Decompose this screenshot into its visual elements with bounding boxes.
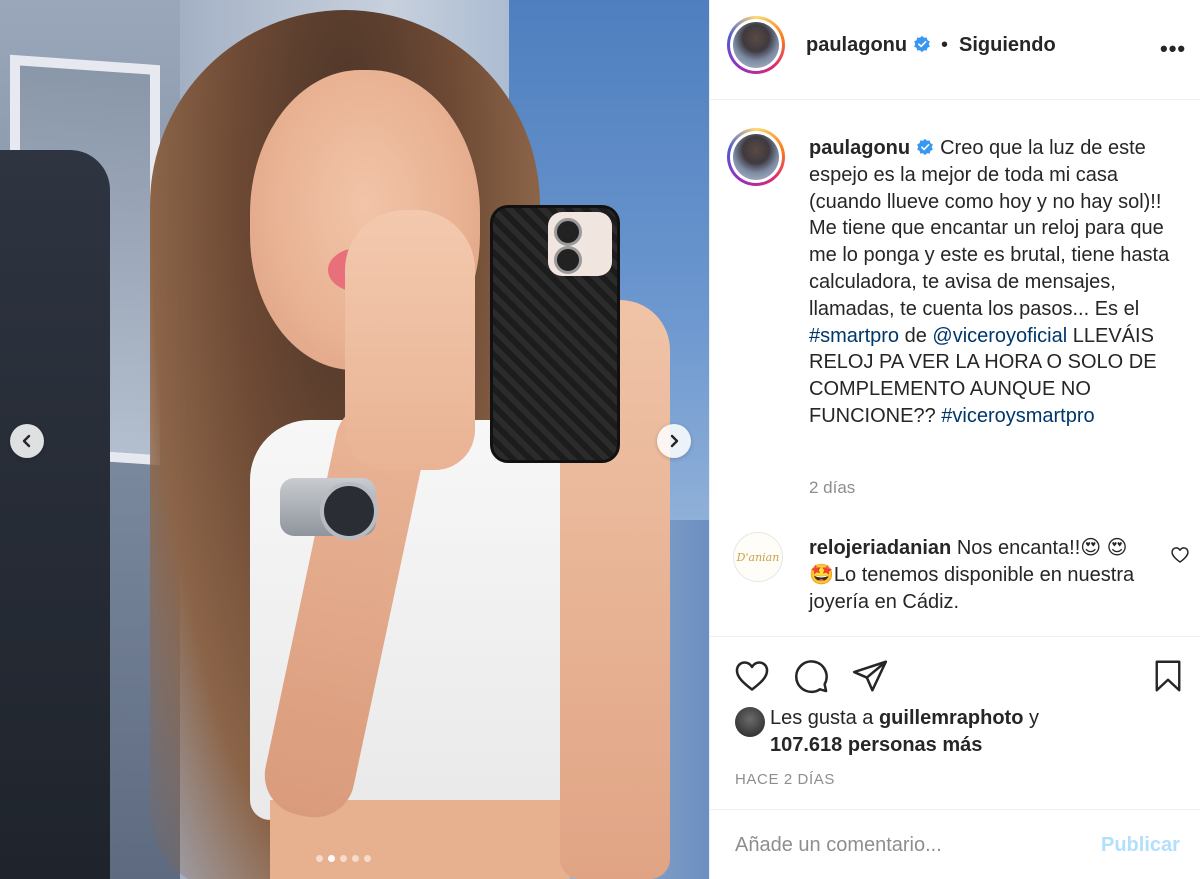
bookmark-icon xyxy=(1155,660,1181,692)
likes-conjunction: y xyxy=(1023,707,1039,729)
caption-author-avatar[interactable] xyxy=(727,128,785,186)
hashtag-link[interactable]: #smartpro xyxy=(809,325,899,347)
likes-others-link[interactable]: 107.618 personas más xyxy=(770,734,982,756)
author-avatar[interactable] xyxy=(727,16,785,74)
liker-avatar[interactable] xyxy=(735,707,765,737)
like-button[interactable] xyxy=(733,657,771,695)
header-separator: • xyxy=(941,34,949,56)
photo-watch xyxy=(280,478,378,540)
caption-username[interactable]: paulagonu xyxy=(809,137,910,159)
caption-text: de xyxy=(899,324,933,347)
mention-link[interactable]: @viceroyoficial xyxy=(932,325,1067,347)
comment-bubble-icon xyxy=(795,660,828,694)
liker-username[interactable]: guillemraphoto xyxy=(879,707,1023,729)
hashtag-link[interactable]: #viceroysmartpro xyxy=(941,405,1094,427)
carousel-next-button[interactable] xyxy=(657,424,691,458)
carousel-dot xyxy=(352,855,359,862)
caption-timestamp[interactable]: 2 días xyxy=(809,478,855,498)
photo-hand xyxy=(345,210,475,470)
likes-summary: Les gusta a guillemraphoto y 107.618 pers… xyxy=(770,705,1170,759)
save-button[interactable] xyxy=(1150,657,1186,695)
comment-like-button[interactable] xyxy=(1170,545,1190,565)
share-button[interactable] xyxy=(851,657,889,695)
verified-badge-icon xyxy=(914,35,930,53)
carousel-indicator xyxy=(316,855,371,862)
carousel-prev-button[interactable] xyxy=(10,424,44,458)
author-username-link[interactable]: paulagonu xyxy=(806,34,931,57)
carousel-dot xyxy=(328,855,335,862)
more-options-button[interactable]: ••• xyxy=(1160,36,1186,62)
carousel-dot xyxy=(340,855,347,862)
carousel-dot xyxy=(364,855,371,862)
photo-phone-camera xyxy=(548,212,612,276)
post-header: paulagonu • Siguiendo ••• xyxy=(710,0,1200,100)
comment-username[interactable]: relojeriadanian xyxy=(809,537,951,559)
commenter-avatar-logo: D'anian xyxy=(736,550,780,564)
more-horizontal-icon: ••• xyxy=(1160,36,1187,61)
heart-outline-icon xyxy=(1171,547,1189,563)
add-comment-bar: Publicar xyxy=(710,809,1200,879)
post-actions-section: Les gusta a guillemraphoto y 107.618 pers… xyxy=(710,636,1200,879)
commenter-avatar[interactable]: D'anian xyxy=(733,532,783,582)
verified-badge-icon xyxy=(917,138,933,156)
post-timestamp[interactable]: HACE 2 DÍAS xyxy=(735,771,835,788)
paper-plane-icon xyxy=(852,660,888,692)
chevron-left-icon xyxy=(22,434,31,448)
following-button[interactable]: Siguiendo xyxy=(959,34,1056,57)
post-caption: paulagonu Creo que la luz de este espejo… xyxy=(809,135,1187,430)
comment-item: relojeriadanian Nos encanta!!😍 😍🤩Lo tene… xyxy=(809,535,1149,615)
comment-button[interactable] xyxy=(792,657,830,695)
caption-text: Creo que la luz de este espejo es la mej… xyxy=(809,137,1170,320)
photo-coat xyxy=(0,150,110,879)
carousel-dot xyxy=(316,855,323,862)
heart-outline-icon xyxy=(735,661,769,691)
publish-button[interactable]: Publicar xyxy=(1101,834,1180,857)
comment-input[interactable] xyxy=(735,828,1075,862)
post-details-panel: paulagonu • Siguiendo ••• paulagonu Creo… xyxy=(709,0,1200,879)
likes-prefix: Les gusta a xyxy=(770,707,879,729)
post-photo[interactable] xyxy=(0,0,709,879)
author-username[interactable]: paulagonu xyxy=(806,34,907,56)
chevron-right-icon xyxy=(670,434,679,448)
